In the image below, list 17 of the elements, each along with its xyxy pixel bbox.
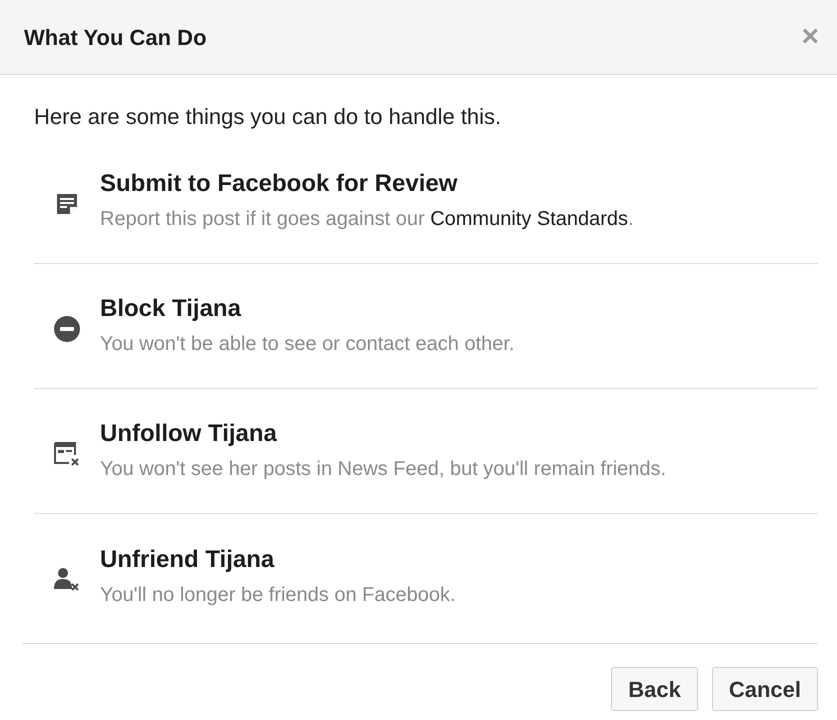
option-title[interactable]: Block Tijana — [100, 295, 514, 323]
community-standards-link[interactable]: Community Standards — [430, 208, 628, 230]
dialog-title: What You Can Do — [24, 24, 207, 52]
option-description: You'll no longer be friends on Facebook. — [100, 582, 456, 608]
intro-text: Here are some things you can do to handle this. — [34, 103, 502, 131]
block-icon — [54, 316, 80, 342]
window-x-icon — [53, 441, 81, 467]
option-title[interactable]: Unfollow Tijana — [100, 420, 666, 448]
option-description: Report this post if it goes against our Community Standards. — [100, 207, 634, 232]
option-description: You won't see her posts in News Feed, but you'll remain friends. — [100, 457, 666, 482]
option-description: You won't be able to see or contact each other. — [100, 332, 514, 357]
cancel-button[interactable]: Cancel — [712, 667, 818, 711]
person-x-icon — [53, 566, 81, 592]
report-icon — [56, 193, 78, 215]
option-title[interactable]: Unfriend Tijana — [100, 546, 456, 574]
back-button[interactable]: Back — [611, 667, 698, 711]
option-title[interactable]: Submit to Facebook for Review — [100, 170, 634, 198]
